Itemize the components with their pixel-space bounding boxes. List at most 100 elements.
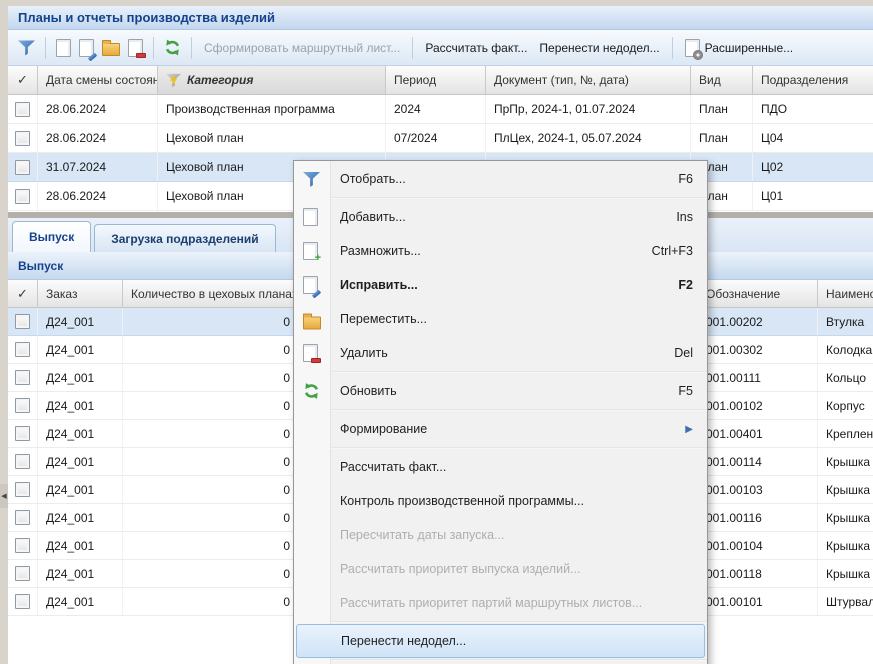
- menu-item-label: Обновить: [340, 384, 397, 398]
- filter-icon: [303, 171, 320, 187]
- menu-item-label: Рассчитать факт...: [340, 460, 446, 474]
- column-header-period[interactable]: Период: [386, 66, 486, 94]
- delete-button[interactable]: [124, 36, 147, 60]
- row-checkbox[interactable]: [15, 160, 30, 175]
- menu-item-program-control[interactable]: Контроль производственной программы...: [294, 484, 707, 518]
- row-checkbox[interactable]: [15, 189, 30, 204]
- move-button[interactable]: [98, 36, 124, 59]
- toolbar-separator: [191, 37, 192, 59]
- cell-quantity: 0: [123, 476, 303, 503]
- add-button[interactable]: [52, 36, 75, 60]
- advanced-operations-button[interactable]: Расширенные...: [679, 36, 800, 60]
- advanced-operations-icon: [685, 39, 700, 57]
- column-header-document[interactable]: Документ (тип, №, дата): [486, 66, 691, 94]
- column-header-quantity[interactable]: Количество в цеховых планах: [123, 280, 303, 307]
- menu-item-move-backlog[interactable]: Перенести недодел...: [296, 624, 705, 658]
- menu-item-move[interactable]: Переместить...: [294, 302, 707, 336]
- row-checkbox[interactable]: [15, 370, 30, 385]
- menu-item-edit[interactable]: Исправить... F2: [294, 268, 707, 302]
- row-checkbox[interactable]: [15, 594, 30, 609]
- cell-quantity: 0: [123, 532, 303, 559]
- menu-item-label: Отобрать...: [340, 172, 406, 186]
- row-checkbox[interactable]: [15, 398, 30, 413]
- row-checkbox-cell[interactable]: [8, 532, 38, 559]
- menu-item-delete[interactable]: Удалить Del: [294, 336, 707, 370]
- row-checkbox-cell[interactable]: [8, 336, 38, 363]
- row-checkbox-cell[interactable]: [8, 124, 38, 152]
- row-checkbox[interactable]: [15, 454, 30, 469]
- cell-category: Производственная программа: [158, 95, 386, 123]
- calc-fact-button[interactable]: Рассчитать факт...: [419, 38, 533, 58]
- cell-quantity: 0: [123, 336, 303, 363]
- column-header-departments[interactable]: Подразделения: [753, 66, 873, 94]
- menu-item-filter[interactable]: Отобрать... F6: [294, 162, 707, 196]
- cell-name: Корпус: [818, 392, 873, 419]
- row-checkbox-cell[interactable]: [8, 95, 38, 123]
- cell-date: 28.06.2024: [38, 182, 158, 210]
- column-header-order[interactable]: Заказ: [38, 280, 123, 307]
- column-header-designation[interactable]: Обозначение: [698, 280, 818, 307]
- move-backlog-button[interactable]: Перенести недодел...: [533, 38, 665, 58]
- menu-item-add[interactable]: Добавить... Ins: [294, 200, 707, 234]
- splitter-collapse-handle[interactable]: ◀: [0, 484, 8, 508]
- row-checkbox-cell[interactable]: [8, 476, 38, 503]
- table-row[interactable]: 28.06.2024 Производственная программа 20…: [8, 95, 873, 124]
- cell-order: Д24_001: [38, 392, 123, 419]
- row-checkbox-cell[interactable]: [8, 308, 38, 335]
- cell-quantity: 0: [123, 364, 303, 391]
- row-checkbox[interactable]: [15, 510, 30, 525]
- tab-output[interactable]: Выпуск: [12, 221, 91, 252]
- edit-button[interactable]: [75, 36, 98, 60]
- row-checkbox[interactable]: [15, 314, 30, 329]
- cell-name: Крышка: [818, 532, 873, 559]
- menu-item-shortcut: Ctrl+F3: [632, 244, 693, 258]
- cell-quantity: 0: [123, 420, 303, 447]
- row-checkbox-cell[interactable]: [8, 182, 38, 210]
- menu-item-formation[interactable]: Формирование ▶: [294, 412, 707, 446]
- column-header-kind[interactable]: Вид: [691, 66, 753, 94]
- filter-sort-indicator-icon: [166, 73, 182, 87]
- column-header-check[interactable]: ✓: [8, 280, 38, 307]
- menu-item-calc-fact[interactable]: Рассчитать факт...: [294, 450, 707, 484]
- row-checkbox[interactable]: [15, 426, 30, 441]
- tab-load-departments[interactable]: Загрузка подразделений: [94, 224, 275, 252]
- menu-separator: [294, 447, 707, 449]
- refresh-button[interactable]: [160, 36, 185, 59]
- menu-item-refresh[interactable]: Обновить F5: [294, 374, 707, 408]
- cell-category: Цеховой план: [158, 124, 386, 152]
- toolbar-separator: [672, 37, 673, 59]
- row-checkbox[interactable]: [15, 566, 30, 581]
- row-checkbox-cell[interactable]: [8, 420, 38, 447]
- move-backlog-label: Перенести недодел...: [539, 41, 659, 55]
- table-row[interactable]: 28.06.2024 Цеховой план 07/2024 ПлЦех, 2…: [8, 124, 873, 153]
- column-header-name[interactable]: Наименование: [818, 280, 873, 307]
- delete-document-icon: [128, 39, 143, 57]
- cell-designation: 001.00111: [698, 364, 818, 391]
- row-checkbox[interactable]: [15, 538, 30, 553]
- row-checkbox-cell[interactable]: [8, 560, 38, 587]
- cell-designation: 001.00202: [698, 308, 818, 335]
- row-checkbox-cell[interactable]: [8, 588, 38, 615]
- filter-button[interactable]: [14, 37, 39, 59]
- column-header-category[interactable]: Категория: [158, 66, 386, 94]
- menu-item-label: Размножить...: [340, 244, 421, 258]
- row-checkbox-cell[interactable]: [8, 153, 38, 181]
- row-checkbox[interactable]: [15, 102, 30, 117]
- new-document-icon: [303, 208, 318, 226]
- menu-item-label: Рассчитать приоритет партий маршрутных л…: [340, 596, 642, 610]
- cell-quantity: 0: [123, 448, 303, 475]
- row-checkbox[interactable]: [15, 342, 30, 357]
- cell-name: Крышка: [818, 504, 873, 531]
- menu-item-duplicate[interactable]: + Размножить... Ctrl+F3: [294, 234, 707, 268]
- cell-date: 28.06.2024: [38, 95, 158, 123]
- row-checkbox-cell[interactable]: [8, 448, 38, 475]
- row-checkbox[interactable]: [15, 482, 30, 497]
- window-title-bar: Планы и отчеты производства изделий: [8, 6, 873, 30]
- column-header-date[interactable]: Дата смены состояния: [38, 66, 158, 94]
- cell-designation: 001.00101: [698, 588, 818, 615]
- row-checkbox-cell[interactable]: [8, 364, 38, 391]
- row-checkbox[interactable]: [15, 131, 30, 146]
- column-header-check[interactable]: ✓: [8, 66, 38, 94]
- row-checkbox-cell[interactable]: [8, 392, 38, 419]
- row-checkbox-cell[interactable]: [8, 504, 38, 531]
